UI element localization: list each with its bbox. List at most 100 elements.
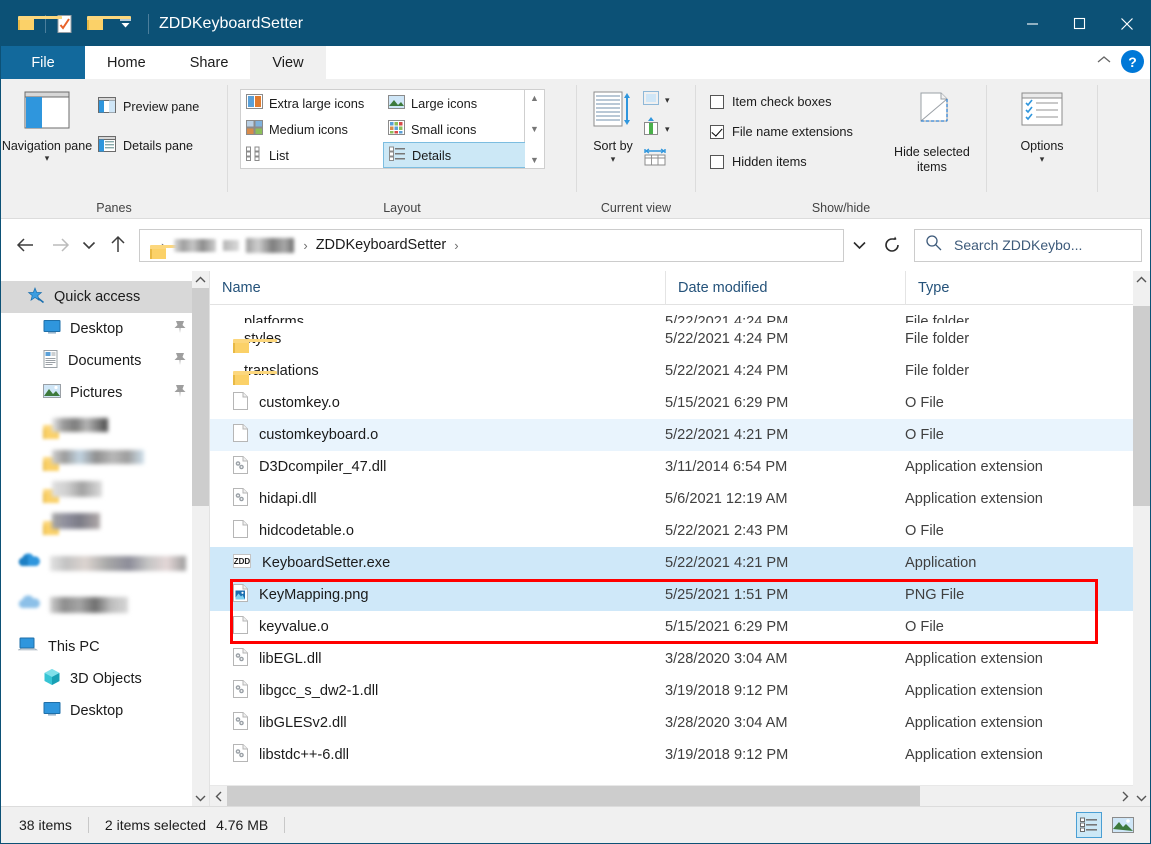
back-button[interactable] xyxy=(9,228,43,262)
scroll-down-icon[interactable] xyxy=(1133,789,1150,806)
breadcrumb-separator[interactable]: › xyxy=(298,238,312,253)
preview-pane-button[interactable]: Preview pane xyxy=(93,93,204,120)
layout-gallery-scrollbar[interactable]: ▲ ▼ ▼ xyxy=(525,89,545,169)
group-by-button[interactable]: ▾ xyxy=(641,89,670,112)
sort-by-button[interactable]: Sort by ▾ xyxy=(585,87,641,166)
navigation-pane-scrollbar[interactable] xyxy=(192,271,209,806)
table-row[interactable]: libEGL.dll 3/28/2020 3:04 AM Application… xyxy=(210,643,1133,675)
scroll-down-icon[interactable]: ▼ xyxy=(530,124,539,134)
column-header-type[interactable]: Type xyxy=(905,270,1133,305)
sidebar-item-redacted[interactable] xyxy=(1,473,209,505)
table-row[interactable]: libGLESv2.dll 3/28/2020 3:04 AM Applicat… xyxy=(210,707,1133,739)
sidebar-item-onedrive-redacted[interactable] xyxy=(1,589,209,621)
close-button[interactable] xyxy=(1103,1,1150,46)
layout-extra-large-icons[interactable]: Extra large icons xyxy=(241,90,383,116)
table-row[interactable]: translations 5/22/2021 4:24 PM File fold… xyxy=(210,355,1133,387)
scrollbar-track[interactable] xyxy=(227,785,1116,807)
sidebar-item-3d-objects[interactable]: 3D Objects xyxy=(1,663,209,695)
scroll-right-icon[interactable] xyxy=(1116,791,1133,802)
file-list-scrollbar[interactable] xyxy=(1133,271,1150,806)
large-icons-view-button[interactable] xyxy=(1110,812,1136,838)
pin-icon[interactable] xyxy=(173,320,187,338)
hide-selected-items-button[interactable]: Hide selected items xyxy=(879,87,985,176)
forward-button[interactable] xyxy=(43,228,77,262)
sidebar-item-redacted[interactable] xyxy=(1,409,209,441)
table-row[interactable]: styles 5/22/2021 4:24 PM File folder xyxy=(210,323,1133,355)
column-header-name[interactable]: Name xyxy=(210,271,665,305)
table-row[interactable]: platforms 5/22/2021 4:24 PM File folder xyxy=(210,305,1133,323)
chevron-down-icon[interactable]: ▾ xyxy=(1040,154,1045,165)
navigation-pane-button[interactable]: Navigation pane ▾ xyxy=(1,87,93,165)
table-row[interactable]: D3Dcompiler_47.dll 3/11/2014 6:54 PM App… xyxy=(210,451,1133,483)
hidden-items-checkbox[interactable]: Hidden items xyxy=(706,151,857,172)
chevron-down-icon[interactable]: ▾ xyxy=(665,95,670,106)
chevron-down-icon[interactable]: ▾ xyxy=(611,154,616,165)
table-row[interactable]: KeyMapping.png 5/25/2021 1:51 PM PNG Fil… xyxy=(210,579,1133,611)
scrollbar-thumb[interactable] xyxy=(1133,306,1150,506)
layout-large-icons[interactable]: Large icons xyxy=(383,90,526,116)
size-all-columns-button[interactable] xyxy=(641,147,670,172)
sidebar-item-quick-access[interactable]: Quick access xyxy=(1,281,209,313)
address-breadcrumb-field[interactable]: › › ZDDKeyboardSetter › xyxy=(139,228,844,262)
sidebar-item-desktop-pc[interactable]: Desktop xyxy=(1,695,209,727)
table-row[interactable]: customkey.o 5/15/2021 6:29 PM O File xyxy=(210,387,1133,419)
scroll-left-icon[interactable] xyxy=(210,791,227,802)
scroll-down-icon[interactable] xyxy=(192,789,209,806)
scrollbar-thumb[interactable] xyxy=(227,785,921,807)
sidebar-item-redacted[interactable] xyxy=(1,441,209,473)
chevron-down-icon[interactable]: ▾ xyxy=(665,124,670,135)
scroll-up-icon[interactable]: ▲ xyxy=(530,93,539,103)
up-button[interactable] xyxy=(101,228,135,262)
scroll-up-icon[interactable] xyxy=(1133,271,1150,288)
horizontal-scrollbar[interactable] xyxy=(210,785,1133,807)
tab-share[interactable]: Share xyxy=(167,46,251,79)
tab-view[interactable]: View xyxy=(250,46,326,79)
folder-icon[interactable] xyxy=(11,9,62,39)
tab-file[interactable]: File xyxy=(1,46,85,79)
table-row[interactable]: hidcodetable.o 5/22/2021 2:43 PM O File xyxy=(210,515,1133,547)
tab-home[interactable]: Home xyxy=(85,46,168,79)
breadcrumb-redacted[interactable] xyxy=(246,237,295,253)
add-columns-button[interactable]: ▾ xyxy=(641,117,670,142)
sidebar-item-onedrive-redacted[interactable] xyxy=(1,547,209,579)
sidebar-item-this-pc[interactable]: This PC xyxy=(1,631,209,663)
options-button[interactable]: Options ▾ xyxy=(999,87,1085,166)
table-row[interactable]: libgcc_s_dw2-1.dll 3/19/2018 9:12 PM App… xyxy=(210,675,1133,707)
address-dropdown-button[interactable] xyxy=(844,229,874,262)
layout-small-icons[interactable]: Small icons xyxy=(383,116,526,142)
details-view-button[interactable] xyxy=(1076,812,1102,838)
layout-medium-icons[interactable]: Medium icons xyxy=(241,116,383,142)
chevron-down-icon[interactable]: ▾ xyxy=(45,153,50,164)
sidebar-item-desktop[interactable]: Desktop xyxy=(1,313,209,345)
column-header-date-modified[interactable]: Date modified xyxy=(665,270,905,305)
maximize-button[interactable] xyxy=(1056,1,1103,46)
layout-list[interactable]: List xyxy=(241,142,383,168)
table-row[interactable]: keyvalue.o 5/15/2021 6:29 PM O File xyxy=(210,611,1133,643)
properties-icon[interactable] xyxy=(50,9,80,39)
table-row[interactable]: ZDD KeyboardSetter.exe 5/22/2021 4:21 PM… xyxy=(210,547,1133,579)
breadcrumb-current[interactable]: ZDDKeyboardSetter xyxy=(313,237,450,253)
sidebar-item-redacted[interactable] xyxy=(1,505,209,537)
scroll-up-icon[interactable] xyxy=(192,271,209,288)
refresh-button[interactable] xyxy=(874,229,910,262)
collapse-ribbon-icon[interactable] xyxy=(1095,53,1113,71)
layout-details[interactable]: Details xyxy=(383,142,526,168)
recent-locations-button[interactable] xyxy=(77,228,101,262)
item-check-boxes-checkbox[interactable]: Item check boxes xyxy=(706,91,857,112)
minimize-button[interactable] xyxy=(1009,1,1056,46)
sidebar-item-documents[interactable]: Documents xyxy=(1,345,209,377)
table-row[interactable]: customkeyboard.o 5/22/2021 4:21 PM O Fil… xyxy=(210,419,1133,451)
pin-icon[interactable] xyxy=(173,352,187,370)
gallery-expand-icon[interactable]: ▼ xyxy=(530,155,539,165)
pin-icon[interactable] xyxy=(173,384,187,402)
details-pane-button[interactable]: Details pane xyxy=(93,132,204,159)
breadcrumb-redacted[interactable] xyxy=(223,239,240,251)
breadcrumb-separator[interactable]: › xyxy=(449,238,463,253)
search-box[interactable]: Search ZDDKeybo... xyxy=(914,228,1142,262)
file-name-extensions-checkbox[interactable]: File name extensions xyxy=(706,121,857,142)
sidebar-item-pictures[interactable]: Pictures xyxy=(1,377,209,409)
scrollbar-thumb[interactable] xyxy=(192,288,209,506)
new-folder-icon[interactable] xyxy=(80,9,131,39)
breadcrumb-redacted[interactable] xyxy=(174,238,217,252)
table-row[interactable]: libstdc++-6.dll 3/19/2018 9:12 PM Applic… xyxy=(210,739,1133,771)
